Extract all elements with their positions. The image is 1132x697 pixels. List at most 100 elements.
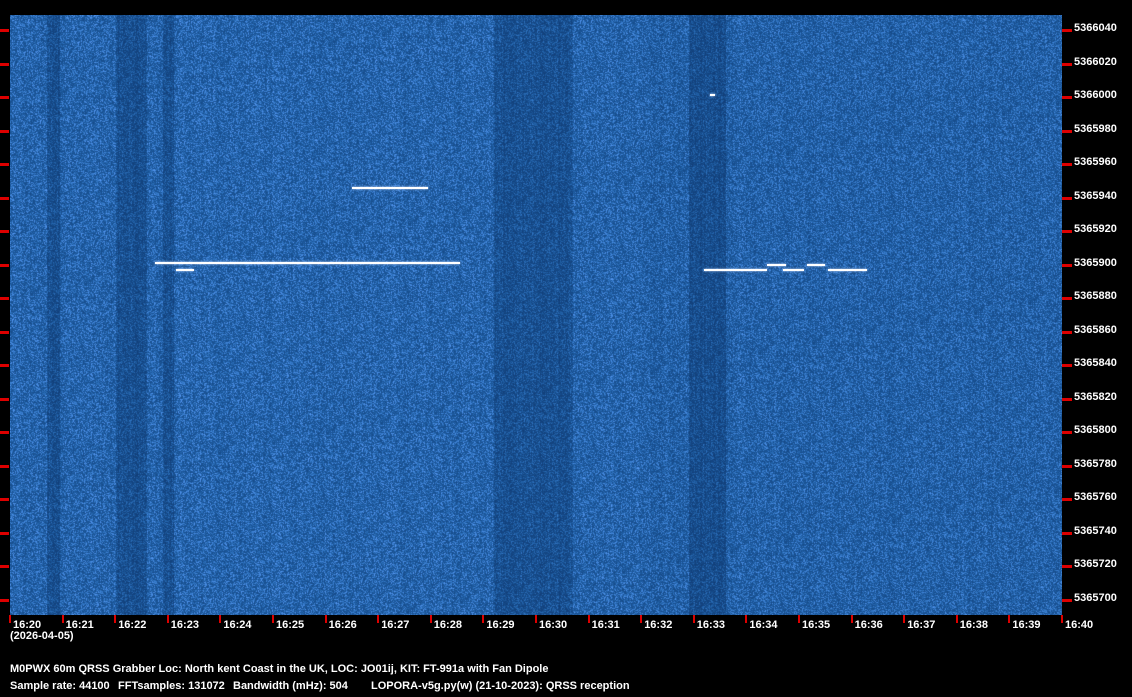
x-tick: [903, 615, 906, 623]
y-tick-label: 5365820: [1074, 390, 1117, 403]
y-tick-right: [1062, 62, 1072, 66]
x-tick-label: 16:24: [223, 619, 252, 631]
x-tick-label: 16:31: [591, 619, 620, 631]
y-tick-right: [1062, 464, 1072, 468]
x-tick: [114, 615, 117, 623]
y-tick-label: 5365920: [1074, 223, 1117, 236]
y-tick-label: 5366000: [1074, 89, 1117, 102]
x-tick: [482, 615, 485, 623]
date-label: (2026-04-05): [10, 630, 74, 642]
fft-samples: FFTsamples: 131072: [118, 680, 225, 692]
y-tick-right: [1062, 29, 1072, 33]
signal-trace: [175, 268, 195, 271]
y-tick-left: [0, 364, 9, 368]
x-tick-label: 16:26: [328, 619, 357, 631]
x-tick-label: 16:25: [276, 619, 305, 631]
y-tick-label: 5365720: [1074, 558, 1117, 571]
x-tick-label: 16:34: [749, 619, 778, 631]
signal-trace: [806, 263, 826, 266]
bandwidth: Bandwidth (mHz): 504: [233, 680, 348, 692]
x-tick: [61, 615, 64, 623]
x-tick: [745, 615, 748, 623]
y-tick-left: [0, 397, 9, 401]
y-tick-left: [0, 431, 9, 435]
y-tick-label: 5366040: [1074, 22, 1117, 35]
y-tick-left: [0, 29, 9, 33]
x-tick: [640, 615, 643, 623]
x-tick: [1008, 615, 1011, 623]
y-tick-label: 5365840: [1074, 357, 1117, 370]
x-tick-label: 16:36: [854, 619, 883, 631]
x-tick: [692, 615, 695, 623]
y-tick-left: [0, 196, 9, 200]
y-tick-label: 5365880: [1074, 290, 1117, 303]
y-tick-right: [1062, 431, 1072, 435]
y-tick-label: 5365760: [1074, 491, 1117, 504]
x-tick-label: 16:30: [539, 619, 568, 631]
signal-trace: [154, 262, 460, 265]
y-tick-right: [1062, 263, 1072, 267]
y-tick-left: [0, 163, 9, 167]
y-tick-left: [0, 263, 9, 267]
x-tick: [324, 615, 327, 623]
signal-trace: [783, 268, 805, 271]
y-tick-left: [0, 330, 9, 334]
y-tick-right: [1062, 397, 1072, 401]
x-tick-label: 16:37: [907, 619, 936, 631]
y-tick-right: [1062, 230, 1072, 234]
x-tick-label: 16:39: [1012, 619, 1041, 631]
x-tick: [535, 615, 537, 623]
x-tick: [219, 615, 222, 623]
y-tick-label: 5365900: [1074, 256, 1117, 269]
x-tick-label: 16:27: [381, 619, 410, 631]
y-tick-left: [0, 464, 9, 468]
x-tick: [166, 615, 169, 623]
y-tick-left: [0, 598, 9, 602]
y-tick-label: 5365860: [1074, 323, 1117, 336]
x-tick-label: 16:40: [1065, 619, 1094, 631]
y-tick-right: [1062, 96, 1072, 100]
y-tick-right: [1062, 531, 1072, 535]
y-tick-left: [0, 62, 9, 66]
y-tick-left: [0, 297, 9, 301]
x-tick-label: 16:33: [696, 619, 725, 631]
y-tick-label: 5365800: [1074, 424, 1117, 437]
signal-trace: [767, 263, 786, 266]
y-tick-left: [0, 531, 9, 535]
x-tick: [272, 615, 274, 623]
y-tick-right: [1062, 129, 1072, 133]
y-tick-right: [1062, 598, 1072, 602]
y-tick-left: [0, 230, 9, 234]
signal-trace: [709, 94, 715, 97]
signal-trace: [704, 268, 768, 271]
y-tick-right: [1062, 330, 1072, 334]
x-tick: [1061, 615, 1063, 623]
y-tick-label: 5365980: [1074, 122, 1117, 135]
x-tick: [9, 615, 11, 623]
x-tick-label: 16:28: [433, 619, 462, 631]
y-tick-label: 5365960: [1074, 156, 1117, 169]
x-tick-label: 16:32: [644, 619, 673, 631]
sample-rate: Sample rate: 44100: [10, 680, 110, 692]
y-tick-right: [1062, 196, 1072, 200]
y-tick-right: [1062, 364, 1072, 368]
y-tick-left: [0, 129, 9, 133]
y-tick-label: 5365700: [1074, 591, 1117, 604]
title-line: M0PWX 60m QRSS Grabber Loc: North kent C…: [10, 663, 549, 675]
x-tick-label: 16:35: [802, 619, 831, 631]
x-tick: [850, 615, 853, 623]
x-tick: [377, 615, 380, 623]
x-tick-label: 16:38: [959, 619, 988, 631]
signal-trace: [351, 186, 429, 189]
signal-trace: [827, 268, 868, 271]
x-tick-label: 16:23: [170, 619, 199, 631]
spectrogram-plot: [10, 15, 1062, 615]
x-tick: [955, 615, 958, 623]
y-tick-right: [1062, 498, 1072, 502]
x-tick-label: 16:29: [486, 619, 515, 631]
y-tick-left: [0, 96, 9, 100]
x-tick: [798, 615, 800, 623]
y-tick-label: 5366020: [1074, 55, 1117, 68]
x-tick-label: 16:22: [118, 619, 147, 631]
y-tick-right: [1062, 297, 1072, 301]
